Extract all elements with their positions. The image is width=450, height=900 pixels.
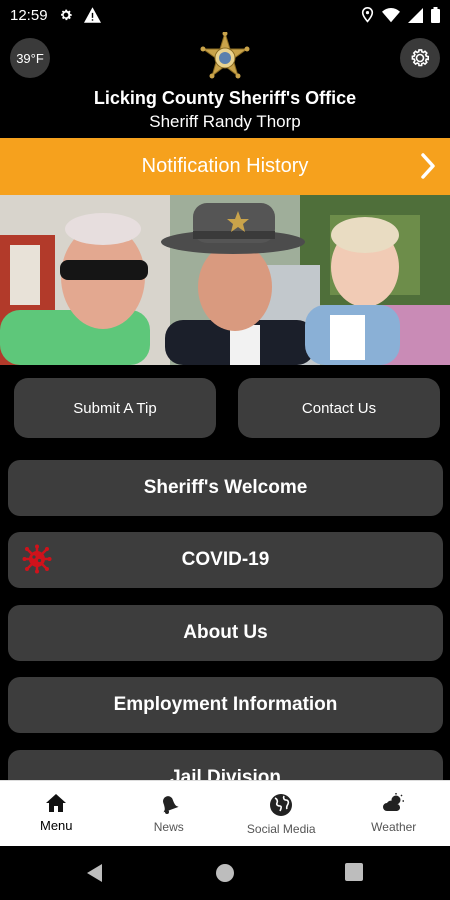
menu-item-label: Sheriff's Welcome	[143, 477, 308, 498]
battery-icon	[431, 7, 440, 23]
tab-news[interactable]: News	[113, 781, 226, 846]
tab-menu[interactable]: Menu	[0, 781, 113, 846]
contact-us-label: Contact Us	[301, 399, 377, 417]
menu-item-label: COVID-19	[181, 549, 270, 570]
status-bar: 12:59	[0, 0, 450, 30]
bell-icon	[158, 793, 180, 815]
menu-item-label: About Us	[183, 622, 268, 643]
menu-item-covid-19[interactable]: COVID-19	[8, 532, 443, 588]
notification-history-label: Notification History	[141, 155, 309, 177]
sheriff-name: Sheriff Randy Thorp	[149, 112, 301, 131]
tab-label: Social Media	[246, 822, 316, 836]
home-nav-icon[interactable]	[215, 863, 235, 888]
warning-icon	[83, 7, 101, 23]
wifi-icon	[382, 7, 400, 23]
org-name: Licking County Sheriff's Office	[93, 88, 357, 108]
sheriff-star-logo	[199, 31, 251, 82]
system-navigation-bar	[0, 846, 450, 900]
menu-item-label: Employment Information	[113, 694, 338, 715]
tab-social-media[interactable]: Social Media	[225, 781, 338, 846]
temperature-badge[interactable]: 39°F	[10, 38, 50, 78]
tab-label: Weather	[371, 820, 417, 834]
menu-item-jail-division[interactable]: Jail Division	[8, 750, 443, 780]
status-time: 12:59	[10, 6, 48, 24]
menu-item-employment-information[interactable]: Employment Information	[8, 677, 443, 733]
menu-item-label: Jail Division	[170, 767, 281, 780]
settings-button[interactable]	[400, 38, 440, 78]
home-icon	[45, 793, 67, 813]
notification-history-button[interactable]: Notification History	[0, 138, 450, 195]
submit-tip-button[interactable]: Submit A Tip	[14, 378, 216, 438]
menu-item-sheriffs-welcome[interactable]: Sheriff's Welcome	[8, 460, 443, 516]
submit-tip-label: Submit A Tip	[73, 399, 157, 417]
back-icon[interactable]	[86, 863, 104, 888]
globe-icon	[269, 793, 293, 817]
weather-icon	[382, 793, 406, 815]
chevron-right-icon	[420, 152, 436, 186]
menu-content[interactable]: Submit A Tip Contact Us Sheriff's Welcom…	[0, 365, 450, 780]
tab-label: News	[153, 820, 184, 834]
signal-icon	[408, 7, 423, 23]
hero-photo	[0, 195, 450, 365]
tab-weather[interactable]: Weather	[338, 781, 450, 846]
recents-icon[interactable]	[345, 863, 363, 886]
gear-icon	[408, 46, 432, 70]
settings-status-icon	[58, 7, 74, 23]
contact-us-button[interactable]: Contact Us	[238, 378, 440, 438]
app-header: 39°F Licking County Sheriff's Office She…	[0, 30, 450, 138]
bottom-tab-bar: Menu News Social Media Weather	[0, 780, 450, 846]
location-icon	[361, 7, 374, 23]
tab-label: Menu	[39, 818, 73, 833]
menu-item-about-us[interactable]: About Us	[8, 605, 443, 661]
virus-icon	[22, 544, 52, 580]
